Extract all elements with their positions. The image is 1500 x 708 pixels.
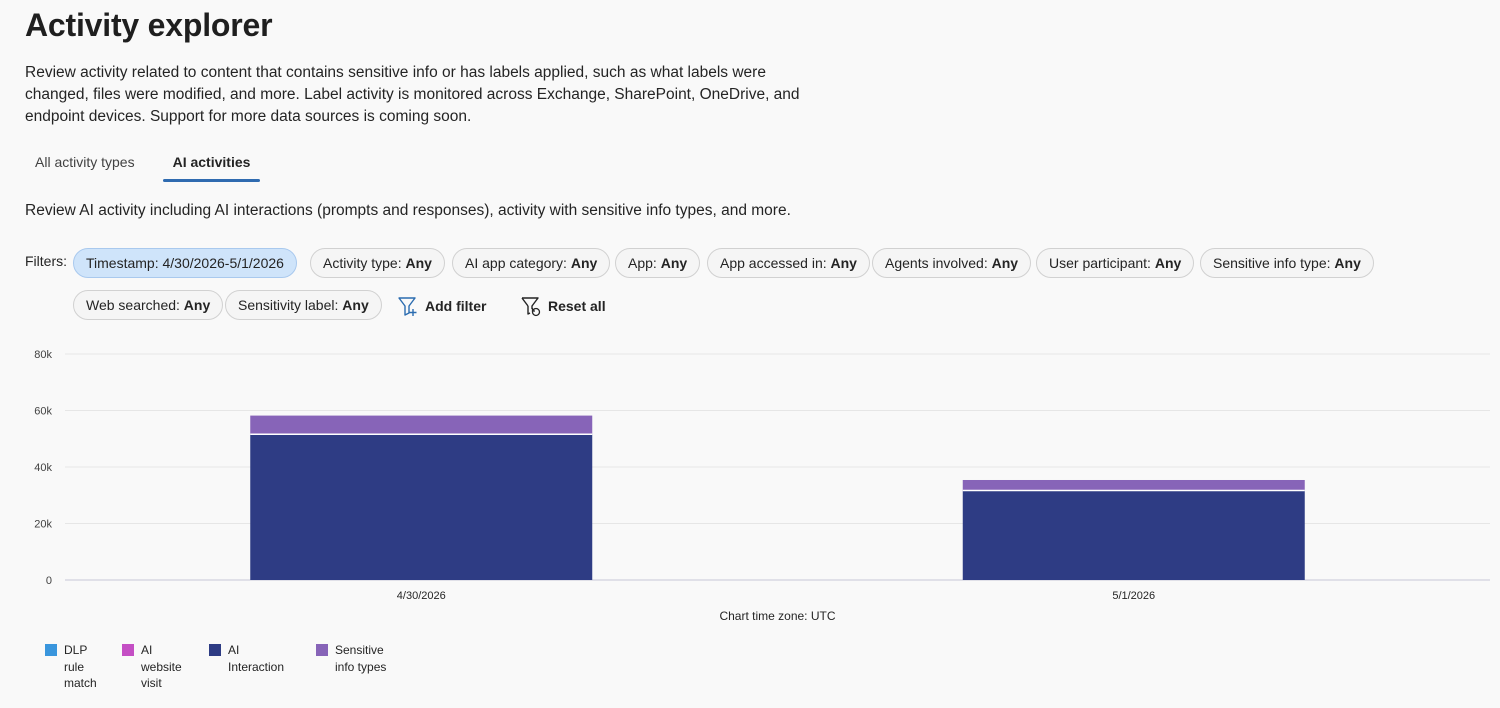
reset-all-button[interactable]: Reset all <box>520 295 606 317</box>
y-tick-label: 20k <box>34 519 52 531</box>
filter-chip-value: 4/30/2026-5/1/2026 <box>162 255 284 271</box>
x-tick-label: 4/30/2026 <box>397 590 446 602</box>
legend-swatch <box>209 644 221 656</box>
legend-item-ai-interaction[interactable]: AI Interaction <box>209 642 298 692</box>
filter-chip-value: Any <box>183 297 211 313</box>
filter-chip-key: App: <box>628 255 657 271</box>
filter-chip-key: Sensitivity label: <box>238 297 339 313</box>
y-tick-label: 80k <box>34 349 52 361</box>
legend-swatch <box>122 644 134 656</box>
x-axis-title: Chart time zone: UTC <box>719 609 835 623</box>
add-filter-label: Add filter <box>425 298 487 314</box>
legend-swatch <box>45 644 57 656</box>
reset-all-label: Reset all <box>548 298 606 314</box>
page-title: Activity explorer <box>25 7 273 43</box>
filter-chip-value: Any <box>1154 255 1182 271</box>
x-tick-label: 5/1/2026 <box>1112 590 1155 602</box>
filter-chip-value: Any <box>1334 255 1361 271</box>
filter-chip-ai-app-category[interactable]: AI app category: Any <box>452 248 611 278</box>
legend-label: AI website visit <box>141 643 182 690</box>
filter-chip-app[interactable]: App: Any <box>615 248 701 278</box>
filter-chip-sensitive-info-type[interactable]: Sensitive info type: Any <box>1200 248 1374 278</box>
bar-segment <box>962 479 1305 491</box>
filter-add-icon <box>398 297 417 316</box>
bar-segment <box>250 434 593 580</box>
filters-label: Filters: <box>25 253 67 269</box>
filter-chip-value: Any <box>570 255 598 271</box>
legend-item-ai-website-visit[interactable]: AI website visit <box>122 642 191 692</box>
filter-chip-agents-involved[interactable]: Agents involved: Any <box>872 248 1032 278</box>
bar-segment <box>250 415 593 435</box>
filter-chip-key: Timestamp: <box>86 255 159 271</box>
filter-chip-user-participant[interactable]: User participant: Any <box>1036 248 1195 278</box>
y-tick-label: 0 <box>46 575 52 587</box>
filter-chip-sensitivity-label[interactable]: Sensitivity label: Any <box>225 290 382 320</box>
filter-chip-web-searched[interactable]: Web searched: Any <box>73 290 224 320</box>
filter-chip-value: Any <box>660 255 688 271</box>
legend-item-dlp-rule-match[interactable]: DLP rule match <box>45 642 104 692</box>
filter-chip-key: Web searched: <box>86 297 180 313</box>
filter-chip-key: App accessed in: <box>720 255 827 271</box>
filter-chip-app-accessed-in[interactable]: App accessed in: Any <box>707 248 870 278</box>
filter-chip-key: AI app category: <box>465 255 567 271</box>
filter-chip-value: Any <box>830 255 857 271</box>
filter-chip-value: Any <box>991 255 1019 271</box>
y-tick-label: 60k <box>34 406 52 418</box>
filter-chip-timestamp[interactable]: Timestamp: 4/30/2026-5/1/2026 <box>73 248 297 278</box>
activity-chart: 0 20k 40k 60k 80k 4/30/2026 5/1/2026 Chart time… <box>34 349 1490 623</box>
tab-ai-activities[interactable]: AI activities <box>162 148 261 182</box>
legend-label: Sensitive info types <box>335 643 387 674</box>
filter-chip-key: Activity type: <box>323 255 402 271</box>
filter-chip-key: Sensitive info type: <box>1213 255 1331 271</box>
add-filter-button[interactable]: Add filter <box>397 295 486 317</box>
chart-legend: DLP rule match AI website visit AI Inter… <box>45 642 409 692</box>
page-description: Review activity related to content that … <box>25 64 800 125</box>
filter-chip-value: Any <box>405 255 432 271</box>
legend-item-sensitive-info-types[interactable]: Sensitive info types <box>316 642 391 692</box>
legend-label: DLP rule match <box>64 643 97 690</box>
filter-chip-key: Agents involved: <box>885 255 988 271</box>
filter-chip-activity-type[interactable]: Activity type: Any <box>310 248 445 278</box>
tab-list: All activity types AI activities <box>25 148 278 182</box>
filter-chip-value: Any <box>342 297 369 313</box>
y-tick-label: 40k <box>34 462 52 474</box>
legend-label: AI Interaction <box>228 643 285 674</box>
tab-all-activity-types[interactable]: All activity types <box>25 148 145 182</box>
legend-swatch <box>316 644 328 656</box>
filter-chip-key: User participant: <box>1049 255 1151 271</box>
bar-segment <box>962 490 1305 580</box>
filter-reset-icon <box>521 297 541 317</box>
ai-activities-description: Review AI activity including AI interact… <box>25 202 791 219</box>
